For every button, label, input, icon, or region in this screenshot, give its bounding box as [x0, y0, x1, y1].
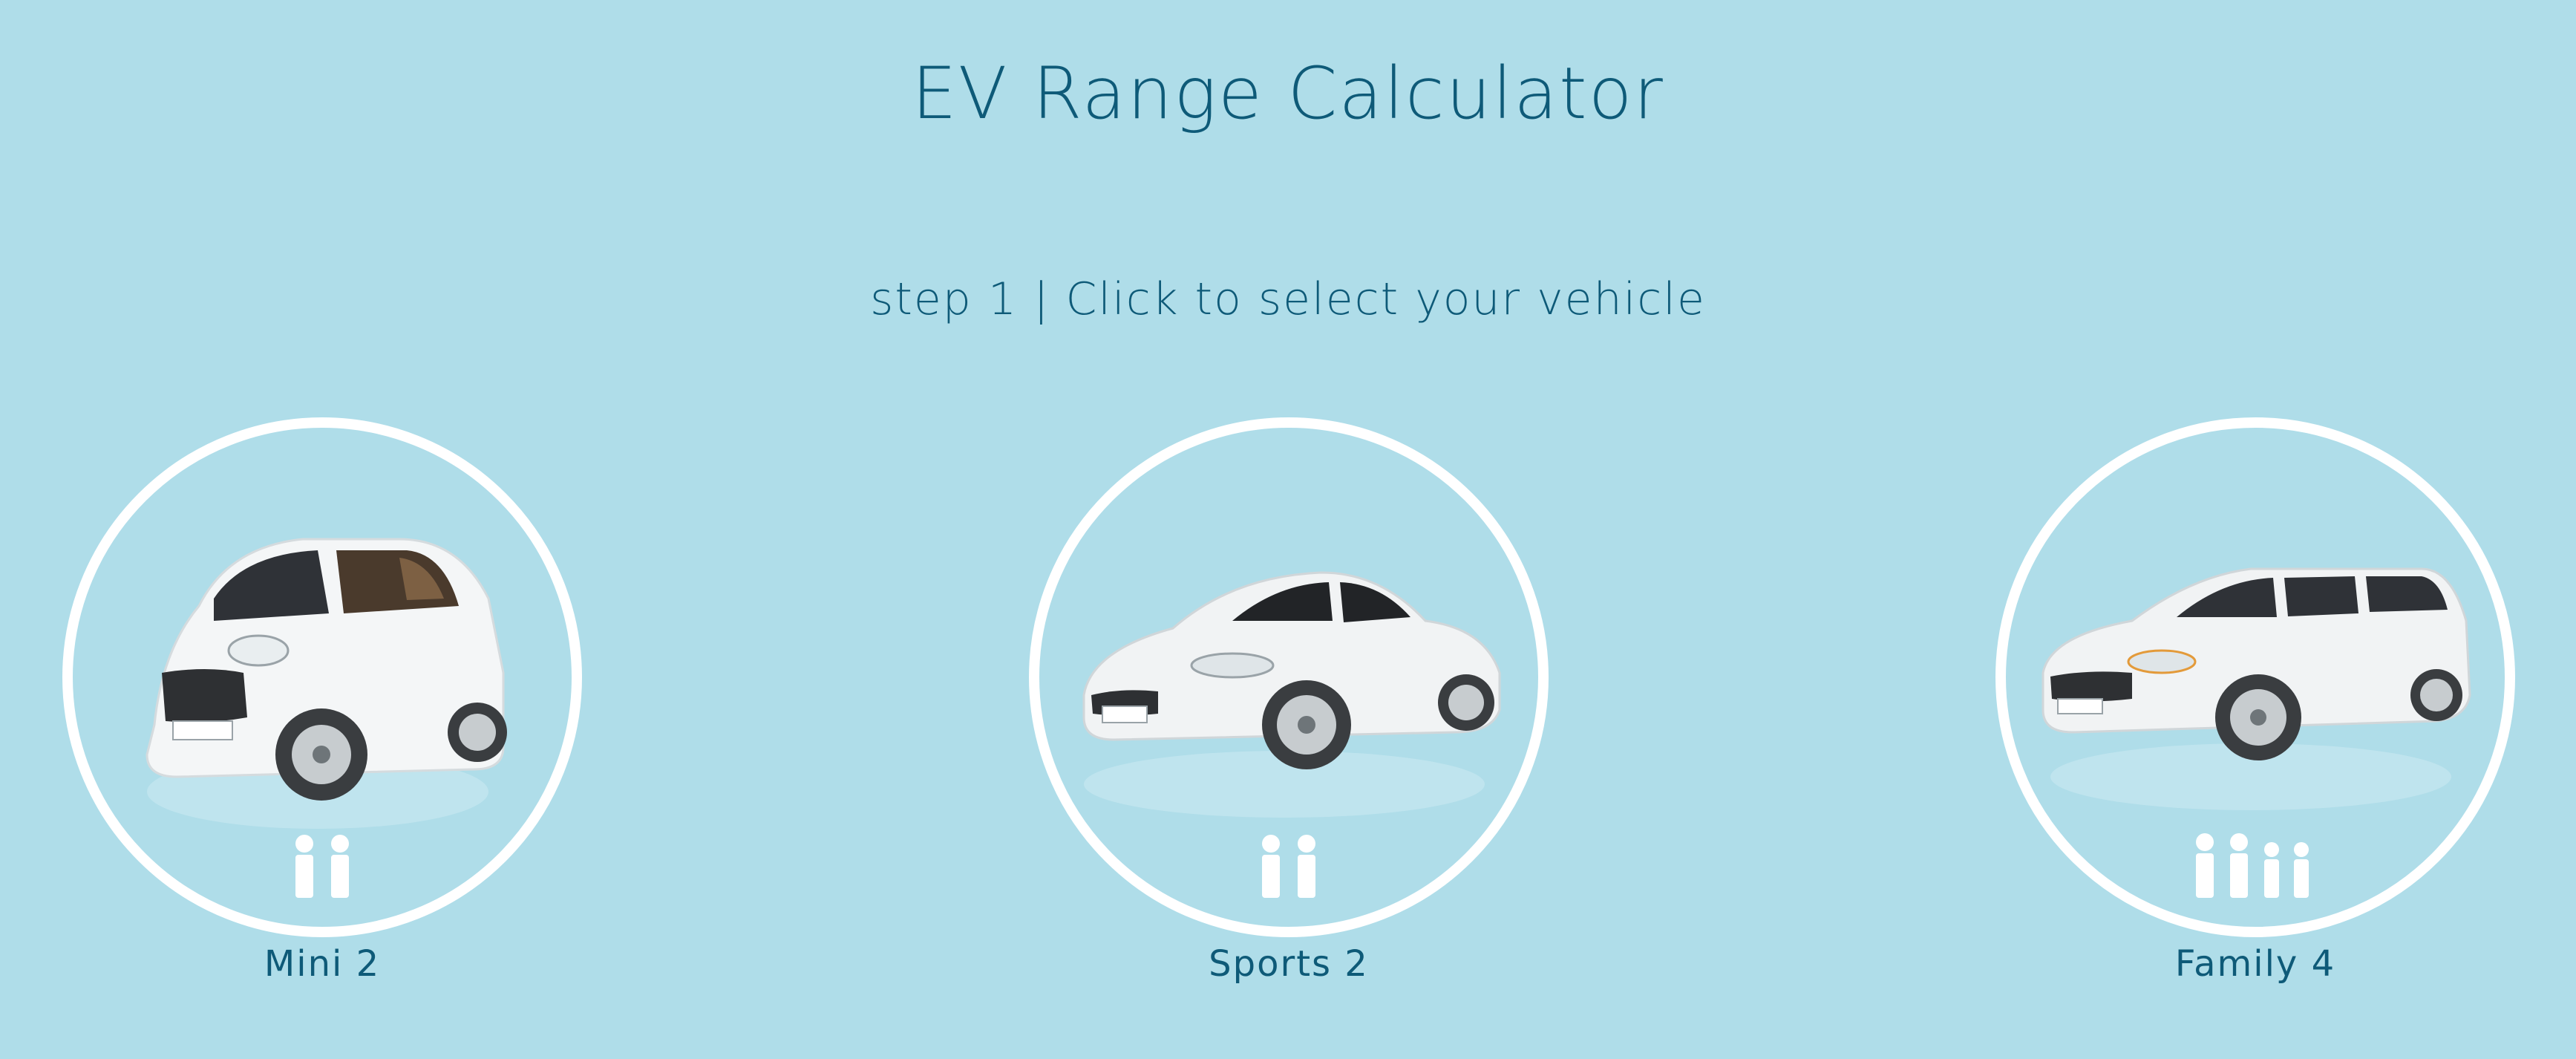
passenger-icon-group [295, 835, 349, 898]
passenger-icon-group [1262, 835, 1315, 898]
mini-car-icon [146, 538, 507, 898]
passenger-icon-group [2196, 833, 2309, 898]
vehicle-circle-family[interactable] [1995, 417, 2515, 937]
sports-car-icon [1082, 571, 1501, 898]
step-instruction: step 1 | Click to select your vehicle [870, 273, 1706, 325]
vehicle-option-family[interactable]: Family 4 [1995, 417, 2515, 1011]
vehicle-circle-mini[interactable] [62, 417, 582, 937]
vehicle-label-sports: Sports 2 [1209, 943, 1369, 985]
family-car-icon [2041, 567, 2471, 898]
vehicle-label-family: Family 4 [2174, 943, 2336, 985]
vehicle-circle-sports[interactable] [1029, 417, 1549, 937]
vehicle-option-sports[interactable]: Sports 2 [1029, 417, 1549, 1011]
vehicle-option-mini[interactable]: Mini 2 [62, 417, 582, 1011]
page-title: EV Range Calculator [912, 52, 1664, 135]
vehicle-label-mini: Mini 2 [264, 943, 381, 985]
